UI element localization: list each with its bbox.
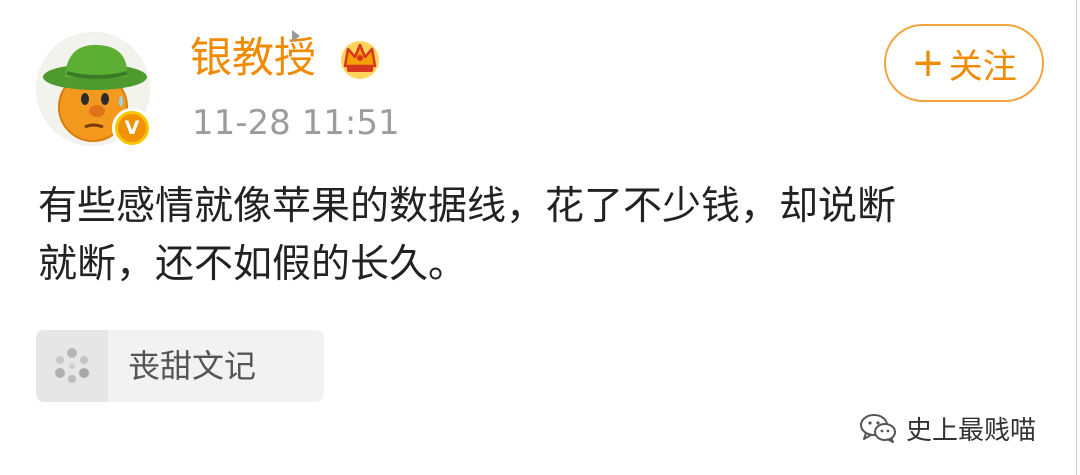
topic-dots-icon — [55, 348, 89, 383]
watermark: 史上最贱喵 — [858, 410, 1036, 446]
chevron-right-icon — [292, 30, 300, 42]
follow-button[interactable]: + 关注 — [884, 24, 1044, 102]
weibo-post-card: V 银教授 11-28 11:51 + 关注 有些感情就像苹果的数据线，花了不少… — [0, 0, 1080, 475]
crown-icon — [341, 41, 379, 79]
topic-icon-box — [36, 330, 108, 402]
avatar-container[interactable]: V — [36, 32, 156, 152]
topic-card[interactable]: 丧甜文记 — [36, 330, 324, 402]
post-timestamp: 11-28 11:51 — [192, 103, 400, 143]
wechat-icon — [860, 414, 896, 443]
post-body-line: 有些感情就像苹果的数据线，花了不少钱，却说断 — [38, 184, 897, 229]
post-body: 有些感情就像苹果的数据线，花了不少钱，却说断 就断，还不如假的长久。 — [38, 178, 1048, 294]
verified-badge: V — [112, 108, 152, 148]
plus-icon: + — [911, 40, 945, 86]
verified-badge-icon: V — [118, 114, 146, 142]
divider — [1076, 0, 1077, 475]
topic-label: 丧甜文记 — [128, 347, 257, 385]
post-body-line: 就断，还不如假的长久。 — [38, 242, 468, 287]
follow-button-label: 关注 — [948, 46, 1017, 87]
watermark-label: 史上最贱喵 — [906, 415, 1037, 446]
